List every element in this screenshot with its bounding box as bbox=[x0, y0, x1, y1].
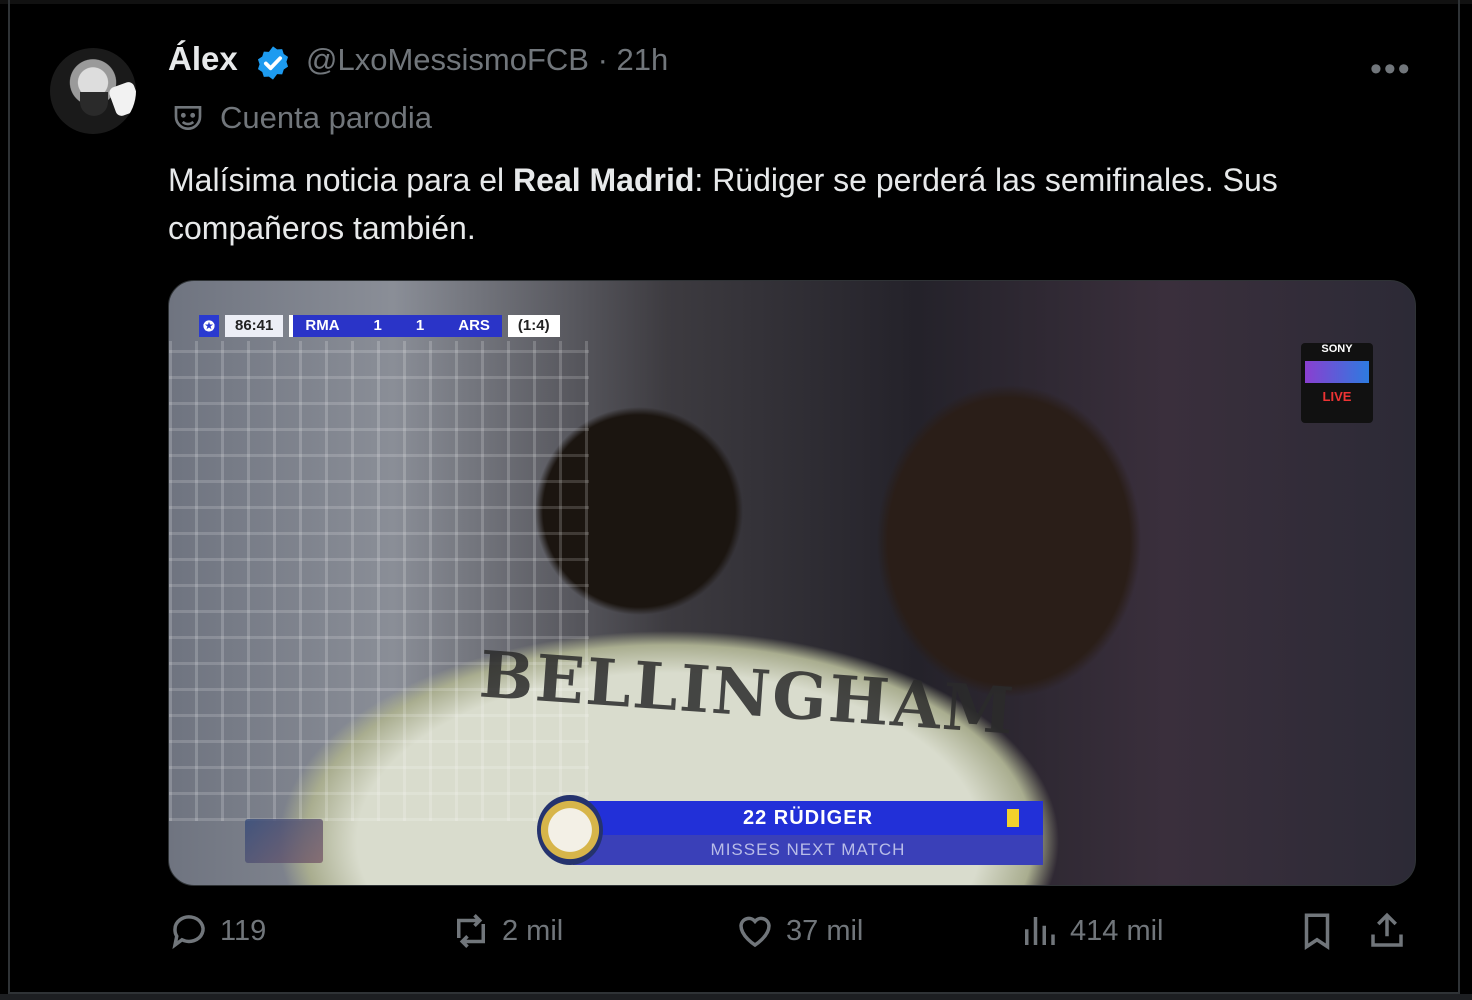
more-icon[interactable]: ••• bbox=[1370, 50, 1412, 89]
lower-third-title: 22 RÜDIGER bbox=[573, 801, 1043, 835]
author-handle[interactable]: @LxoMessismoFCB bbox=[306, 42, 589, 77]
channel-brand: SONY bbox=[1321, 343, 1353, 355]
broadcast-watermark bbox=[245, 819, 323, 863]
repost-button[interactable]: 2 mil bbox=[450, 910, 563, 952]
like-icon bbox=[739, 916, 771, 948]
match-clock: 86:41 bbox=[225, 315, 284, 337]
repost-icon bbox=[457, 914, 485, 948]
goal-net bbox=[169, 341, 589, 821]
views-count: 414 mil bbox=[1070, 914, 1164, 947]
tweet-media-image[interactable]: ✪ 86:41 RMA 1 1 ARS (1:4) SONY LIVE BELL… bbox=[168, 280, 1416, 886]
repost-count: 2 mil bbox=[502, 914, 564, 947]
share-button[interactable] bbox=[1366, 910, 1408, 952]
post-time[interactable]: 21h bbox=[617, 42, 669, 77]
bottom-border bbox=[0, 994, 1472, 1000]
scoreboard: ✪ 86:41 RMA 1 1 ARS (1:4) bbox=[199, 315, 560, 337]
away-score: 1 bbox=[415, 317, 425, 334]
bookmark-button[interactable] bbox=[1296, 910, 1338, 952]
channel-logo: SONY LIVE bbox=[1301, 343, 1373, 423]
action-bar: 119 2 mil 37 mil 414 mil bbox=[168, 910, 1418, 966]
views-button[interactable]: 414 mil bbox=[1018, 910, 1164, 952]
tweet-text: Malísima noticia para el Real Madrid: Rü… bbox=[168, 156, 1418, 252]
tweet-text-start: Malísima noticia para el bbox=[168, 162, 514, 198]
reply-button[interactable]: 119 bbox=[168, 910, 266, 952]
reply-count: 119 bbox=[220, 914, 267, 947]
lower-third-subtitle: MISSES NEXT MATCH bbox=[573, 835, 1043, 865]
home-team: RMA bbox=[305, 317, 340, 334]
score-teams: RMA 1 1 ARS bbox=[289, 315, 502, 337]
verified-badge-icon bbox=[257, 46, 289, 80]
time-separator: · bbox=[597, 42, 608, 77]
parody-label: Cuenta parodia bbox=[220, 100, 432, 135]
real-madrid-crest bbox=[537, 795, 603, 865]
author-name[interactable]: Álex bbox=[168, 40, 238, 78]
share-icon bbox=[1371, 912, 1403, 947]
like-button[interactable]: 37 mil bbox=[734, 910, 863, 952]
like-count: 37 mil bbox=[786, 914, 864, 947]
reply-icon bbox=[172, 915, 205, 950]
away-team: ARS bbox=[458, 317, 490, 334]
aggregate-score: (1:4) bbox=[507, 315, 560, 337]
author-handle-and-time[interactable]: @LxoMessismoFCB · 21h bbox=[306, 42, 668, 78]
views-icon bbox=[1025, 917, 1055, 945]
lower-third: 22 RÜDIGER MISSES NEXT MATCH bbox=[537, 795, 1043, 865]
tweet-text-bold: Real Madrid bbox=[513, 162, 695, 198]
channel-live: LIVE bbox=[1322, 389, 1352, 404]
channel-band bbox=[1305, 361, 1369, 383]
avatar[interactable] bbox=[50, 48, 136, 134]
bookmark-icon bbox=[1304, 913, 1330, 951]
avatar-hand bbox=[107, 80, 136, 118]
competition-logo-icon: ✪ bbox=[199, 315, 219, 337]
parody-mask-icon bbox=[174, 106, 202, 131]
avatar-beard bbox=[80, 92, 108, 116]
yellow-card-icon bbox=[1007, 809, 1019, 827]
home-score: 1 bbox=[373, 317, 382, 334]
